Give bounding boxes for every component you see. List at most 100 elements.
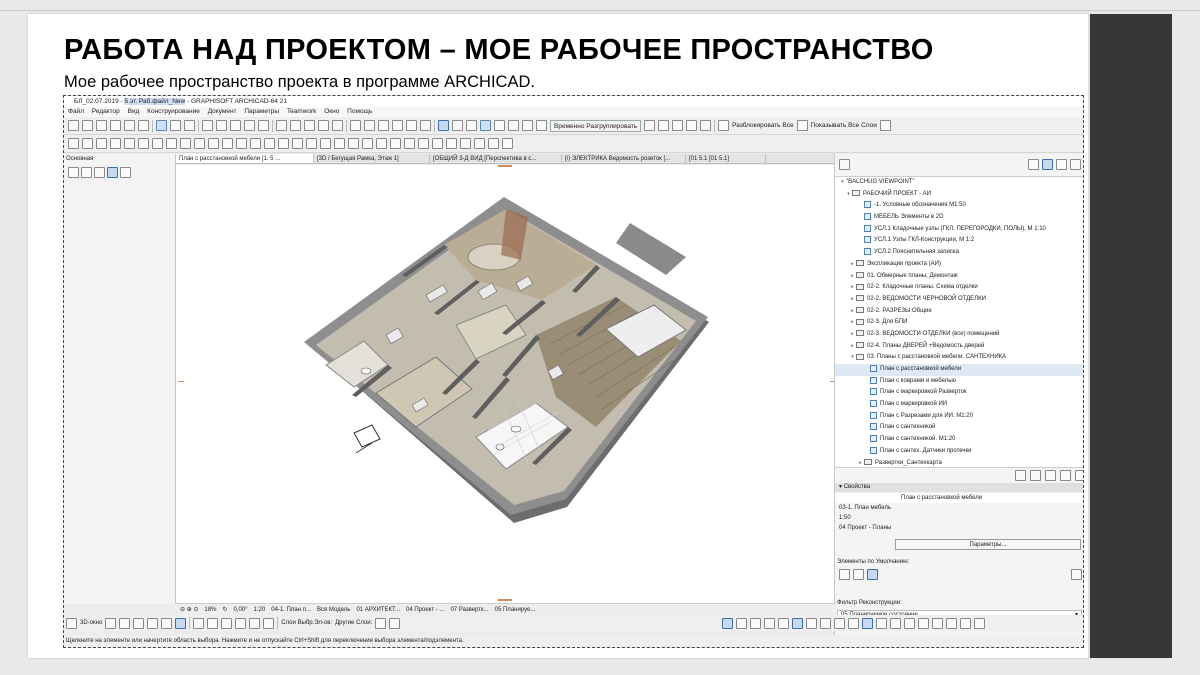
tab-01-5-1[interactable]: [01 5.1 [01 5.1] xyxy=(686,154,766,163)
nav-item-project[interactable]: 04 Проект - ... xyxy=(406,607,444,613)
info-box-icon[interactable] xyxy=(68,167,79,178)
trace-icon[interactable] xyxy=(890,617,901,629)
navigator-item[interactable]: ▾ "BALCHUG VIEWPOINT" xyxy=(835,177,1083,189)
save-icon[interactable] xyxy=(96,120,107,131)
morph-icon[interactable] xyxy=(488,138,499,149)
model-viewport[interactable] xyxy=(176,165,836,603)
angle-icon[interactable] xyxy=(216,120,227,131)
view-map-icon[interactable] xyxy=(1042,158,1053,170)
fillet-icon[interactable] xyxy=(406,120,417,131)
roof-icon[interactable] xyxy=(362,138,373,149)
drop-icon[interactable] xyxy=(700,120,712,131)
navigator-item[interactable]: ▸ 02-2. РАЗРЕЗЫ Общие xyxy=(835,306,1083,318)
beam-icon[interactable] xyxy=(334,138,345,149)
marquee-icon[interactable] xyxy=(82,138,93,149)
properties-header[interactable]: ▾ Свойства xyxy=(835,483,1083,492)
extras-icon[interactable] xyxy=(974,617,985,629)
tab-furniture-plan[interactable]: План с расстановкой мебели [1. 5 ... xyxy=(176,154,314,163)
arc-tool-icon[interactable] xyxy=(750,617,761,629)
menu-options[interactable]: Параметры xyxy=(244,108,279,115)
layers-icon[interactable] xyxy=(480,120,491,131)
menu-help[interactable]: Помощь xyxy=(347,108,372,115)
offset-icon[interactable] xyxy=(420,120,431,131)
zone-icon[interactable] xyxy=(292,138,303,149)
slab-icon[interactable] xyxy=(348,138,359,149)
renovation-icon[interactable] xyxy=(834,617,845,629)
collapse-arrow-icon[interactable]: ▸ xyxy=(849,341,856,353)
menu-document[interactable]: Документ xyxy=(208,108,237,115)
navigator-item[interactable]: -1. Условные обозначения М1:50 xyxy=(835,200,1083,212)
navigator-item[interactable]: ▸ 01. Обмерные планы, Демонтаж xyxy=(835,271,1083,283)
3d-window-button[interactable]: 3D-окно xyxy=(80,620,102,626)
navigator-item[interactable]: ▾ 03. Планы с расстановкой мебели. САНТЕХ… xyxy=(835,352,1083,364)
magic-wand-icon[interactable] xyxy=(107,167,118,178)
rectangle-icon[interactable] xyxy=(110,138,121,149)
open-folder-icon[interactable] xyxy=(1075,470,1083,481)
navigator-item[interactable]: УСЛ.2 Пояснительная записка xyxy=(835,247,1083,259)
grid-snap-icon[interactable] xyxy=(258,120,269,131)
column-icon[interactable] xyxy=(320,138,331,149)
navigator-item[interactable]: План с сантех. Датчики протечки xyxy=(835,446,1083,458)
navigator-item[interactable]: УСЛ.1 Кладочные узлы (ГКЛ, ПЕРЕГОРОДКИ, … xyxy=(835,224,1083,236)
section-icon[interactable] xyxy=(235,617,247,629)
unlock-icon[interactable] xyxy=(718,120,730,131)
navigator-item[interactable]: План с сантехникой. М1:20 xyxy=(835,434,1083,446)
window-icon[interactable] xyxy=(432,138,443,149)
tab-electrical[interactable]: [/) ЭЛЕКТРИКА Ведомость розеток [... xyxy=(562,154,686,163)
expand-arrow-icon[interactable]: ▾ xyxy=(845,189,852,201)
parameters-button[interactable]: Параметры... xyxy=(895,539,1081,550)
menu-edit[interactable]: Редактор xyxy=(92,108,120,115)
model-view-icon[interactable] xyxy=(792,617,803,629)
other-layers-label[interactable]: Другие Слои: xyxy=(335,620,372,626)
orbit-3d-icon[interactable] xyxy=(161,617,173,629)
scissors-icon[interactable] xyxy=(350,120,361,131)
navigator-item[interactable]: План с сантехникой xyxy=(835,422,1083,434)
nav-item-elevation[interactable]: 07 Развертк... xyxy=(450,607,488,613)
snap-icon[interactable] xyxy=(202,120,213,131)
graphic-override-icon[interactable] xyxy=(806,617,817,629)
navigator-item[interactable]: План с расстановкой мебели xyxy=(835,364,1083,376)
shell-icon[interactable] xyxy=(376,138,387,149)
navigator-item[interactable]: План с маркировкой ИИ xyxy=(835,399,1083,411)
window-layout-icon[interactable] xyxy=(960,617,971,629)
nav-item-planned[interactable]: 05 Планируе... xyxy=(495,607,536,613)
zoom-out-icon[interactable] xyxy=(290,120,301,131)
elevation-icon[interactable] xyxy=(249,617,261,629)
camera-icon[interactable] xyxy=(193,617,205,629)
layer-hide-icon[interactable] xyxy=(389,617,401,629)
polygon-icon[interactable] xyxy=(138,138,149,149)
adjust-icon[interactable] xyxy=(378,120,389,131)
hatch-icon[interactable] xyxy=(778,617,789,629)
redo-icon[interactable] xyxy=(138,120,149,131)
send-back-icon[interactable] xyxy=(658,120,670,131)
lamp-icon[interactable] xyxy=(460,138,471,149)
pen-set-icon[interactable] xyxy=(736,617,747,629)
mark-icon[interactable] xyxy=(918,617,929,629)
selection-toggle-icon[interactable] xyxy=(81,167,92,178)
navigator-item[interactable]: ▸ 02-3. Для БПИ xyxy=(835,317,1083,329)
rotation-value[interactable]: 0,00° xyxy=(233,607,247,613)
defaults-load-icon[interactable] xyxy=(839,569,850,580)
mirror-icon[interactable] xyxy=(536,120,547,131)
zoom-in-icon[interactable] xyxy=(276,120,287,131)
collapse-arrow-icon[interactable]: ▸ xyxy=(849,306,856,318)
navigator-item[interactable]: План с Разрезами для ИИ. М1:20 xyxy=(835,411,1083,423)
navigator-item[interactable]: ▸ 02-4. Планы ДВЕРЕЙ +Ведомость дверей xyxy=(835,341,1083,353)
render-icon[interactable] xyxy=(221,617,233,629)
collapse-arrow-icon[interactable]: ▸ xyxy=(849,294,856,306)
text-icon[interactable] xyxy=(236,138,247,149)
menu-design[interactable]: Конструирование xyxy=(147,108,200,115)
save-view-icon[interactable] xyxy=(1045,470,1056,481)
navigator-item[interactable]: План с коврами и мебелью xyxy=(835,376,1083,388)
favorites-icon[interactable] xyxy=(1071,569,1082,580)
line-icon[interactable] xyxy=(152,138,163,149)
rotate-icon[interactable] xyxy=(522,120,533,131)
hotspot-icon[interactable] xyxy=(208,138,219,149)
layer-show-icon[interactable] xyxy=(796,120,808,131)
cutaway-icon[interactable] xyxy=(175,617,187,629)
distribute-icon[interactable] xyxy=(508,120,519,131)
dimension-style-icon[interactable] xyxy=(848,617,859,629)
navigator-item[interactable]: МЕБЕЛЬ Элементы в 2D xyxy=(835,212,1083,224)
project-map-icon[interactable] xyxy=(1028,158,1039,170)
expand-arrow-icon[interactable]: ▾ xyxy=(849,352,856,364)
